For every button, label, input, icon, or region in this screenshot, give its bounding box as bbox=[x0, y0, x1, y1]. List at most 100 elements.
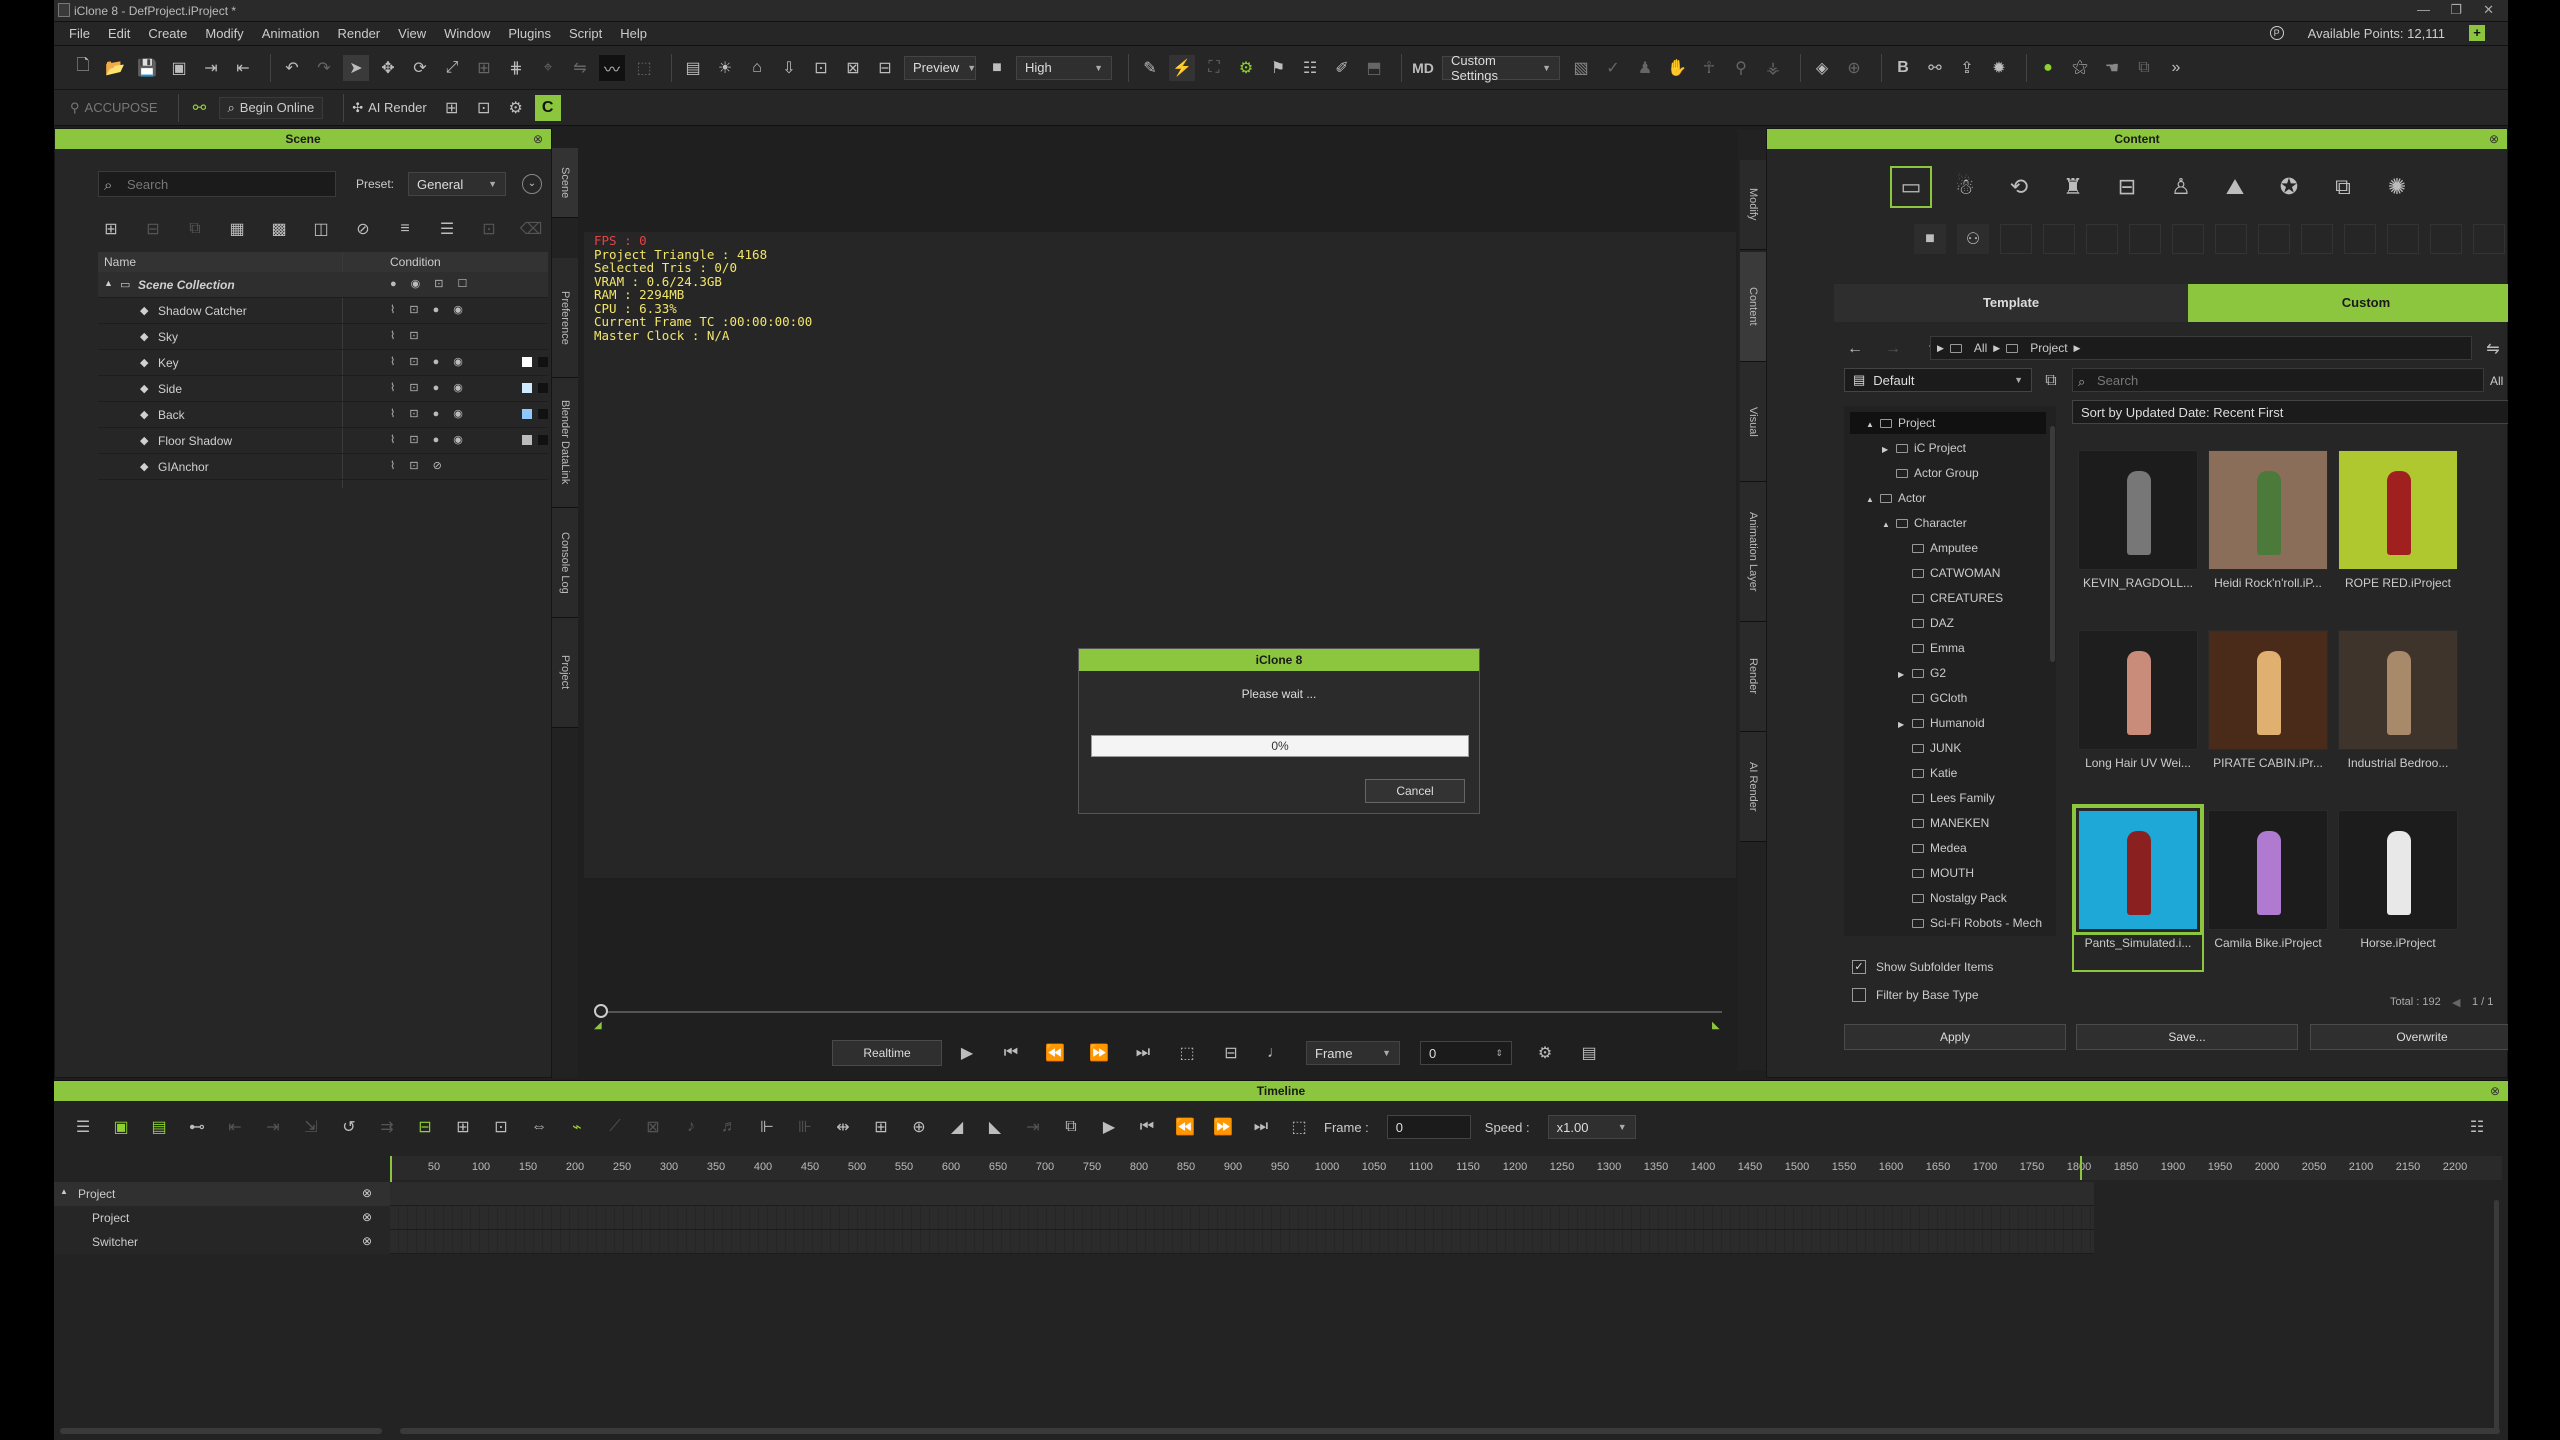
sync-icon[interactable]: ⇋ bbox=[2480, 336, 2506, 362]
redo-icon[interactable]: ↷ bbox=[311, 55, 337, 81]
collapse-icon[interactable]: ▦ bbox=[224, 216, 250, 242]
folder-tree-item[interactable]: JUNK bbox=[1850, 737, 2046, 759]
sound-icon[interactable]: ♪ bbox=[678, 1114, 704, 1140]
content-thumbnail[interactable] bbox=[2208, 810, 2328, 930]
tree-arrow-icon[interactable]: ▲ bbox=[1866, 489, 1880, 511]
content-thumbnail[interactable] bbox=[2078, 450, 2198, 570]
delete-icon[interactable]: ⌫ bbox=[518, 216, 544, 242]
path-all[interactable]: All bbox=[1974, 341, 1987, 355]
grid-view-icon[interactable]: ⊟ bbox=[872, 55, 898, 81]
timeline-toggle-icon[interactable]: ▤ bbox=[1576, 1040, 1602, 1066]
show-subfolder-checkbox[interactable]: ✓ bbox=[1852, 960, 1866, 974]
tab-render[interactable]: Render bbox=[1740, 622, 1766, 732]
lock-icon[interactable]: ⊠ bbox=[640, 1114, 666, 1140]
zoom-icon[interactable]: ⊕ bbox=[906, 1114, 932, 1140]
custom-settings-dropdown[interactable]: Custom Settings ▼ bbox=[1442, 53, 1560, 83]
folder-tree-item[interactable]: ▲ Character bbox=[1850, 512, 2046, 534]
condition-icons[interactable]: ⌇⊡⊘ bbox=[390, 459, 456, 472]
content-filter-dropdown[interactable]: ▤ Default ▼ bbox=[1844, 368, 2032, 392]
align-left-icon[interactable]: ◢ bbox=[944, 1114, 970, 1140]
empty-slot[interactable] bbox=[2043, 224, 2075, 254]
quality-dropdown[interactable]: High ▼ bbox=[1016, 55, 1112, 80]
scene-tree-row[interactable]: ◆ Key ⌇⊡●◉ bbox=[98, 350, 548, 376]
filter-base-type-checkbox[interactable] bbox=[1852, 988, 1866, 1002]
settings-panel-icon[interactable]: ▧ bbox=[1568, 55, 1594, 81]
condition-icons[interactable]: ⌇⊡●◉ bbox=[390, 433, 477, 446]
tab-project[interactable]: Project bbox=[552, 618, 578, 728]
brush-icon[interactable]: ✎ bbox=[1137, 55, 1163, 81]
skip-start-icon[interactable]: ⏮ bbox=[998, 1040, 1024, 1066]
light-color-swatch[interactable] bbox=[522, 435, 532, 445]
split-icon[interactable]: ⊞ bbox=[868, 1114, 894, 1140]
scene-tree-row[interactable]: ◆ Side ⌇⊡●◉ bbox=[98, 376, 548, 402]
image-export-icon[interactable]: ⊡ bbox=[471, 95, 497, 121]
camera-view-icon[interactable]: ▤ bbox=[680, 55, 706, 81]
path-project[interactable]: Project bbox=[2030, 341, 2067, 355]
content-thumbnail[interactable] bbox=[2338, 810, 2458, 930]
body-icon[interactable]: ☥ bbox=[1696, 55, 1722, 81]
empty-slot[interactable] bbox=[2344, 224, 2376, 254]
animation-category-icon[interactable]: ⟲ bbox=[1998, 166, 2040, 208]
folder-options-icon[interactable]: ⧉ bbox=[2038, 368, 2064, 394]
menu-help[interactable]: Help bbox=[620, 26, 647, 41]
loop-icon[interactable]: ⬚ bbox=[1174, 1040, 1200, 1066]
scale-icon[interactable]: ⤢ bbox=[439, 55, 465, 81]
menu-render[interactable]: Render bbox=[338, 26, 381, 41]
step-forward-icon[interactable]: ⏩ bbox=[1086, 1040, 1112, 1066]
mirror-icon[interactable]: ⇋ bbox=[567, 55, 593, 81]
menu-modify[interactable]: Modify bbox=[205, 26, 243, 41]
hide-icon[interactable]: ⊘ bbox=[350, 216, 376, 242]
folder-tree-item[interactable]: Katie bbox=[1850, 762, 2046, 784]
export-clip-icon[interactable]: ⧉ bbox=[1058, 1114, 1084, 1140]
status-ok-icon[interactable]: ● bbox=[2035, 55, 2061, 81]
folder-tree-item[interactable]: MOUTH bbox=[1850, 862, 2046, 884]
loop-range-icon[interactable]: ⬚ bbox=[1286, 1114, 1312, 1140]
scene-category-icon[interactable]: ⛰ bbox=[2214, 166, 2256, 208]
link-icon[interactable]: ⚯ bbox=[1922, 55, 1948, 81]
frame-icon[interactable]: ⬚ bbox=[631, 55, 657, 81]
folder-tree-item[interactable]: Medea bbox=[1850, 837, 2046, 859]
folder-tree-item[interactable]: ▲ Actor bbox=[1850, 487, 2046, 509]
open-folder-icon[interactable]: 📂 bbox=[102, 55, 128, 81]
condition-icons[interactable]: ⌇⊡●◉ bbox=[390, 355, 477, 368]
group-subcategory-icon[interactable]: ⚇ bbox=[1957, 224, 1989, 254]
key-diamond-icon[interactable]: ◈ bbox=[1809, 55, 1835, 81]
project-category-icon[interactable]: ▭ bbox=[1890, 166, 1932, 208]
frame-mode-dropdown[interactable]: Frame ▼ bbox=[1306, 1041, 1400, 1065]
curve-icon[interactable]: 〰 bbox=[599, 54, 625, 81]
playhead-end[interactable] bbox=[2080, 1156, 2082, 1180]
export-frame-icon[interactable]: ⬒ bbox=[1361, 55, 1387, 81]
content-thumbnail[interactable] bbox=[2078, 630, 2198, 750]
expand-icon[interactable]: ▩ bbox=[266, 216, 292, 242]
tab-scene[interactable]: Scene bbox=[552, 148, 578, 218]
tab-preference[interactable]: Preference bbox=[552, 258, 578, 378]
align-right-icon[interactable]: ◣ bbox=[982, 1114, 1008, 1140]
close-icon[interactable]: ✕ bbox=[2483, 2, 2494, 18]
merge-icon[interactable]: ⇥ bbox=[260, 1114, 286, 1140]
forward-arrow-icon[interactable]: → bbox=[1880, 336, 1906, 362]
folder-tree-item[interactable]: Emma bbox=[1850, 637, 2046, 659]
range-icon[interactable]: ⊡ bbox=[488, 1114, 514, 1140]
remove-icon[interactable]: ⊪ bbox=[792, 1114, 818, 1140]
apply-button[interactable]: Apply bbox=[1844, 1024, 2066, 1050]
prop-category-icon[interactable]: ♜ bbox=[2052, 166, 2094, 208]
shadow-color-swatch[interactable] bbox=[538, 409, 548, 419]
ai-render-button[interactable]: ✣ AI Render bbox=[352, 100, 426, 116]
condition-icons[interactable]: ⌇⊡●◉ bbox=[390, 381, 477, 394]
scene-tree-row[interactable]: ◆ Back ⌇⊡●◉ bbox=[98, 402, 548, 428]
snap-icon[interactable]: ⋕ bbox=[503, 55, 529, 81]
gear-icon[interactable]: ✹ bbox=[1986, 55, 2012, 81]
content-thumbnail[interactable] bbox=[2338, 630, 2458, 750]
play-icon[interactable]: ▶ bbox=[1096, 1114, 1122, 1140]
fit-view-icon[interactable]: ⇩ bbox=[776, 55, 802, 81]
timeline-track-header[interactable]: ▲ Project ⊗ bbox=[54, 1182, 390, 1206]
collect-clip-icon[interactable]: ▣ bbox=[108, 1114, 134, 1140]
fit-range-icon[interactable]: ⇔ bbox=[526, 1114, 552, 1140]
viewport-scrubber-track[interactable] bbox=[602, 1011, 1722, 1013]
live-link-icon[interactable]: ⚯ bbox=[187, 95, 213, 121]
timeline-track-lane[interactable] bbox=[390, 1182, 2094, 1206]
add-group-icon[interactable]: ⊞ bbox=[98, 216, 124, 242]
folder-subcategory-icon[interactable]: ■ bbox=[1914, 224, 1946, 254]
link-bone-icon[interactable]: ⚲ bbox=[1728, 55, 1754, 81]
collision-icon[interactable]: ⚙ bbox=[1233, 55, 1259, 81]
